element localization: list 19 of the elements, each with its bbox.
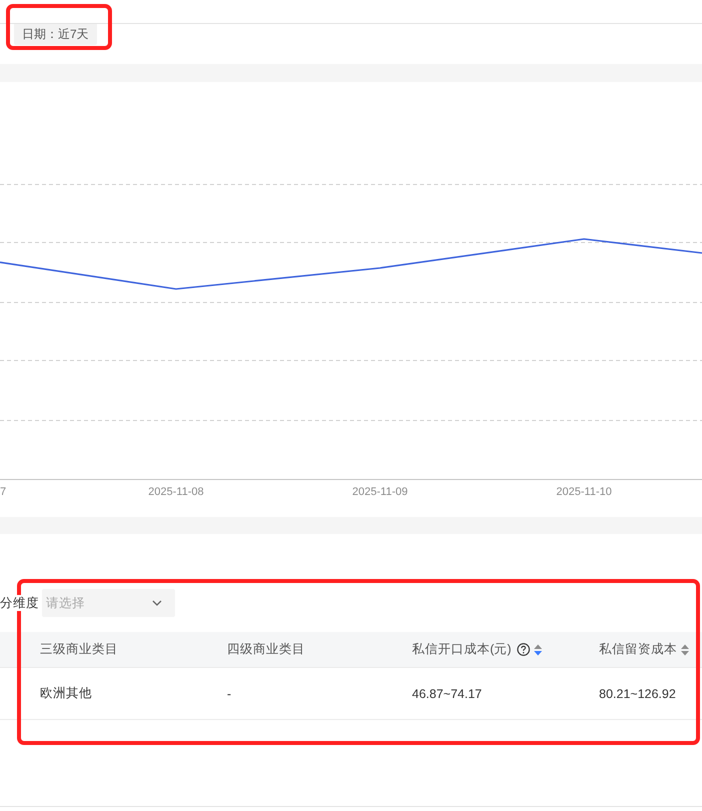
help-icon[interactable] (517, 643, 530, 656)
table-cell: - (227, 686, 232, 700)
column-header: 私信开口成本(元) (412, 641, 512, 658)
table-cell: 80.21~126.92 (599, 686, 676, 700)
column-header: 三级商业类目 (40, 641, 118, 658)
chevron-icon (152, 600, 162, 606)
axis-label: 2025-11-08 (148, 486, 204, 498)
filter-label: 分维度 (0, 595, 39, 611)
column-header: 私信留资成本 (599, 641, 677, 658)
axis-label: 7 (0, 486, 6, 498)
axis-label: 2025-11-09 (352, 486, 408, 498)
column-header: 四级商业类目 (227, 641, 305, 658)
table-cell: 46.87~74.17 (412, 686, 482, 700)
sort-icon[interactable] (534, 644, 542, 656)
axis-label: 2025-11-10 (556, 486, 612, 498)
table-cell: 欧洲其他 (40, 685, 92, 702)
dimension-select[interactable]: 请选择 (42, 589, 175, 617)
sort-icon[interactable] (681, 644, 689, 656)
date-filter-tag[interactable]: 日期：近7天 (14, 24, 97, 45)
